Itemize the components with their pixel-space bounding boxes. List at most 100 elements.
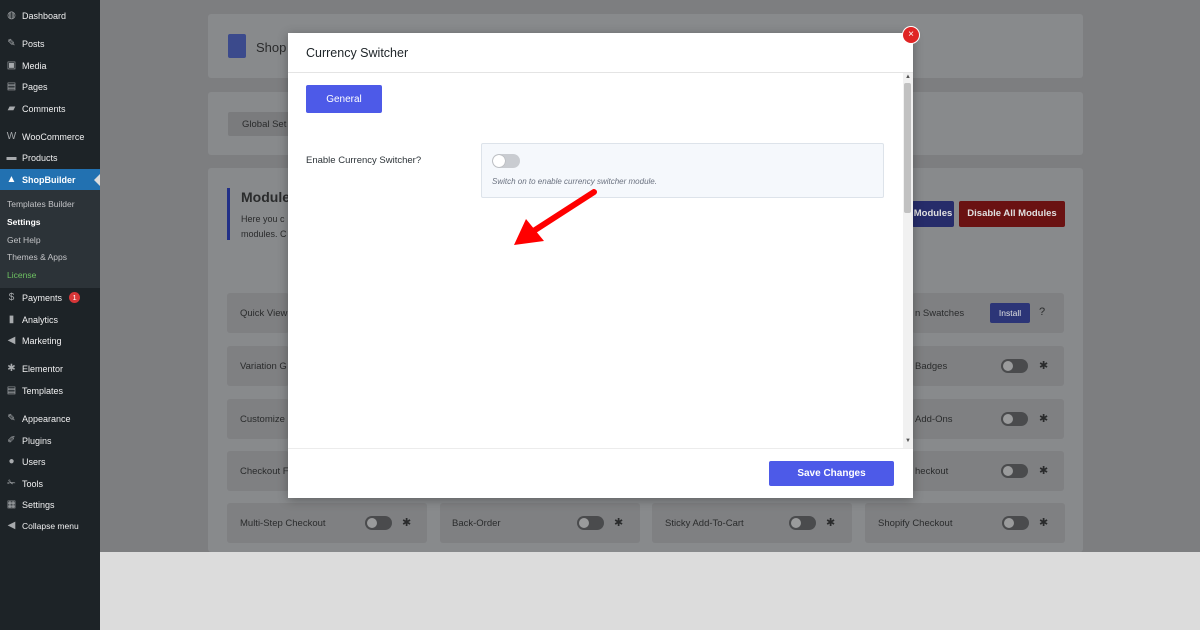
nav-tools[interactable]: ✁ Tools (0, 478, 100, 489)
modal-tab-bar: General (288, 73, 903, 125)
disable-all-button[interactable]: Disable All Modules (959, 201, 1065, 227)
gear-icon[interactable]: ✱ (1039, 359, 1048, 372)
module-toggle[interactable] (1002, 516, 1029, 530)
module-card: Badges ✱ (912, 346, 1064, 386)
nav-label: WooCommerce (22, 131, 85, 142)
plug-icon: ✐ (7, 435, 16, 446)
nav-payments[interactable]: $ Payments 1 (0, 292, 100, 303)
scrollbar-thumb[interactable] (904, 83, 911, 213)
brush-icon: ✎ (7, 413, 16, 424)
module-name: Back-Order (452, 518, 501, 529)
modal-header: Currency Switcher (288, 33, 913, 73)
nav-label: Marketing (22, 335, 62, 346)
module-name: Variation G (240, 361, 287, 372)
nav-plugins[interactable]: ✐ Plugins (0, 435, 100, 446)
submenu-settings[interactable]: Settings (7, 217, 41, 227)
nav-appearance[interactable]: ✎ Appearance (0, 413, 100, 424)
module-name: heckout (915, 466, 949, 477)
nav-posts[interactable]: ✎ Posts (0, 38, 100, 49)
nav-analytics[interactable]: ▮ Analytics (0, 314, 100, 325)
nav-label: Payments (22, 292, 63, 303)
submenu-themes-apps[interactable]: Themes & Apps (7, 252, 67, 262)
submenu-license[interactable]: License (7, 270, 36, 280)
title-accent-bar (227, 188, 230, 240)
module-name: Badges (915, 361, 948, 372)
currency-switcher-modal: Currency Switcher General Enable Currenc… (288, 33, 913, 498)
section-desc-1: Here you c (241, 214, 285, 224)
nav-label: Dashboard (22, 10, 67, 21)
nav-label: Settings (22, 499, 55, 510)
module-toggle[interactable] (789, 516, 816, 530)
field-help-text: Switch on to enable currency switcher mo… (492, 177, 657, 186)
gear-icon[interactable]: ✱ (1039, 464, 1048, 477)
nav-label: ShopBuilder (22, 174, 76, 185)
gear-icon[interactable]: ✱ (1039, 516, 1048, 529)
collapse-menu-button[interactable]: ◀ Collapse menu (0, 520, 100, 531)
module-toggle[interactable] (1001, 412, 1028, 426)
bag-icon: ▲ (6, 174, 17, 185)
payments-icon: $ (8, 292, 15, 303)
module-toggle[interactable] (1001, 359, 1028, 373)
module-name: Quick View (240, 308, 288, 319)
tab-label: Global Set (242, 119, 287, 130)
close-icon[interactable]: × (903, 27, 919, 43)
templates-icon: ▤ (6, 385, 17, 396)
nav-elementor[interactable]: ✱ Elementor (0, 363, 100, 374)
scroll-up-icon[interactable]: ▲ (905, 74, 911, 80)
module-toggle[interactable] (577, 516, 604, 530)
save-changes-button[interactable]: Save Changes (769, 461, 894, 486)
module-name: Checkout F (240, 466, 289, 477)
modal-content: Enable Currency Switcher? Switch on to e… (288, 125, 903, 448)
pages-icon: ▤ (6, 81, 17, 92)
nav-shopbuilder[interactable]: ▲ ShopBuilder (0, 169, 100, 190)
nav-label: Posts (22, 38, 45, 49)
nav-users[interactable]: ● Users (0, 456, 100, 467)
nav-marketing[interactable]: ◀ Marketing (0, 335, 100, 346)
scroll-down-icon[interactable]: ▼ (905, 438, 911, 444)
modal-scrollbar[interactable]: ▲ ▼ (903, 73, 913, 448)
submenu-templates-builder[interactable]: Templates Builder (7, 199, 75, 209)
enable-currency-switcher-label: Enable Currency Switcher? (306, 155, 422, 166)
comment-icon: ▰ (7, 103, 16, 114)
module-name: Multi-Step Checkout (240, 518, 326, 529)
enable-currency-switcher-toggle[interactable] (492, 154, 520, 168)
gear-icon[interactable]: ✱ (614, 516, 623, 529)
shopbuilder-logo-icon (228, 34, 246, 58)
gear-icon[interactable]: ✱ (1039, 412, 1048, 425)
nav-templates[interactable]: ▤ Templates (0, 385, 100, 396)
section-title: Module (241, 189, 290, 205)
module-card: Variation G (227, 346, 289, 386)
nav-pages[interactable]: ▤ Pages (0, 81, 100, 92)
nav-label: Collapse menu (22, 520, 79, 531)
module-name: Customize (240, 414, 285, 425)
module-toggle[interactable] (1001, 464, 1028, 478)
gear-icon[interactable]: ✱ (402, 516, 411, 529)
module-card: Add-Ons ✱ (912, 399, 1064, 439)
module-name: Shopify Checkout (878, 518, 953, 529)
enable-all-button[interactable]: Modules (912, 201, 954, 227)
nav-woocommerce[interactable]: W WooCommerce (0, 131, 100, 142)
gear-icon[interactable]: ✱ (826, 516, 835, 529)
nav-label: Plugins (22, 435, 52, 446)
wrench-icon: ✁ (7, 478, 16, 489)
module-name: Sticky Add-To-Cart (665, 518, 744, 529)
install-button[interactable]: Install (990, 303, 1030, 323)
tab-general[interactable]: General (306, 85, 382, 113)
module-card: Back-Order ✱ (440, 503, 640, 543)
submenu-get-help[interactable]: Get Help (7, 235, 41, 245)
nav-comments[interactable]: ▰ Comments (0, 103, 100, 114)
section-desc-2: modules. C (241, 229, 287, 239)
megaphone-icon: ◀ (7, 335, 16, 346)
annotation-arrow-icon (514, 189, 597, 245)
nav-label: Elementor (22, 363, 64, 374)
nav-products[interactable]: ▬ Products (0, 152, 100, 163)
help-icon[interactable]: ? (1039, 306, 1045, 318)
nav-settings[interactable]: ▦ Settings (0, 499, 100, 510)
media-icon: ▣ (6, 60, 17, 71)
module-card: Checkout F (227, 451, 289, 491)
woo-icon: W (6, 131, 17, 142)
nav-dashboard[interactable]: ◍ Dashboard (0, 10, 100, 21)
module-toggle[interactable] (365, 516, 392, 530)
nav-media[interactable]: ▣ Media (0, 60, 100, 71)
nav-label: Analytics (22, 314, 59, 325)
